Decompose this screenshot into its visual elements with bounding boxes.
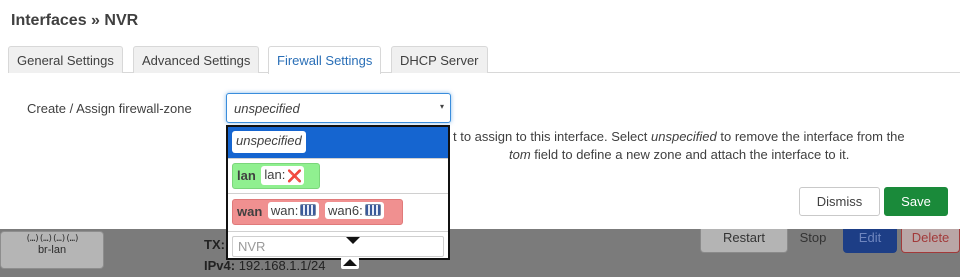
firewall-zone-select[interactable]: unspecified ▾ — [226, 93, 451, 123]
interface-chip-wan: wan: — [267, 202, 320, 219]
interface-chip-wan6: wan6: — [325, 202, 384, 219]
ipv4-line: IPv4: 192.168.1.1/24 — [204, 258, 325, 273]
option-unspecified[interactable]: unspecified — [228, 127, 448, 159]
tab-general-settings[interactable]: General Settings — [8, 46, 123, 73]
modal-title: Interfaces » NVR — [11, 12, 139, 29]
help-emphasis: unspecified — [651, 129, 717, 144]
help-text-part: field to define a new zone and attach th… — [530, 147, 850, 162]
ethernet-port-icon — [364, 204, 381, 216]
wireless-interface-icon: ❌ — [287, 169, 303, 183]
select-value: unspecified — [234, 101, 300, 116]
dropdown-arrow-icon: ▾ — [439, 102, 444, 111]
field-help-text: t to assign to this interface. Select un… — [453, 128, 953, 164]
zone-name: wan — [237, 204, 263, 219]
zone-name: lan — [237, 168, 256, 183]
custom-zone-input[interactable]: NVR — [232, 236, 444, 257]
help-text-part: to remove the interface from the — [716, 129, 905, 144]
save-button[interactable]: Save — [884, 187, 948, 216]
tab-bar: General Settings Advanced Settings Firew… — [8, 46, 960, 74]
ipv4-value: 192.168.1.1/24 — [238, 258, 326, 273]
option-zone-wan[interactable]: wan wan: wan6: — [228, 194, 448, 232]
interface-ports: (…)(…)(…)(…) — [25, 234, 79, 244]
edit-button[interactable]: Edit — [843, 229, 897, 253]
tx-label: TX: — [204, 237, 225, 252]
interface-badge: (…)(…)(…)(…) br-lan — [0, 231, 104, 269]
restart-button[interactable]: Restart — [700, 229, 788, 253]
help-emphasis: tom — [509, 147, 531, 162]
ipv4-label: IPv4: — [204, 258, 236, 273]
interface-chip-label: wan: — [270, 203, 299, 218]
tab-advanced-settings[interactable]: Advanced Settings — [133, 46, 260, 73]
interface-name: br-lan — [37, 244, 67, 256]
zone-badge-lan: lan lan: ❌ — [232, 163, 320, 189]
firewall-zone-label: Create / Assign firewall-zone — [27, 101, 192, 116]
scroll-up-button[interactable] — [341, 257, 359, 269]
tab-firewall-settings[interactable]: Firewall Settings — [268, 46, 382, 74]
stop-button[interactable]: Stop — [793, 229, 833, 253]
zone-badge-wan: wan wan: wan6: — [232, 199, 403, 225]
zone-dropdown-list: unspecified lan lan: ❌ wan wan: wan6: NVR — [226, 125, 450, 260]
delete-button[interactable]: Delete — [901, 229, 960, 253]
scroll-up-icon — [343, 259, 357, 266]
custom-zone-placeholder: NVR — [238, 239, 266, 254]
option-label: unspecified — [232, 131, 306, 153]
help-text-part: t to assign to this interface. Select — [453, 129, 651, 144]
option-zone-lan[interactable]: lan lan: ❌ — [228, 159, 448, 194]
scroll-down-icon[interactable] — [346, 237, 360, 244]
interface-modal: Interfaces » NVR General Settings Advanc… — [0, 0, 960, 229]
interface-chip-lan: lan: ❌ — [261, 166, 305, 185]
interface-chip-label: wan6: — [328, 203, 363, 218]
dismiss-button[interactable]: Dismiss — [799, 187, 880, 216]
tab-dhcp-server[interactable]: DHCP Server — [391, 46, 488, 73]
interface-chip-label: lan: — [264, 167, 286, 182]
ethernet-port-icon — [300, 204, 317, 216]
